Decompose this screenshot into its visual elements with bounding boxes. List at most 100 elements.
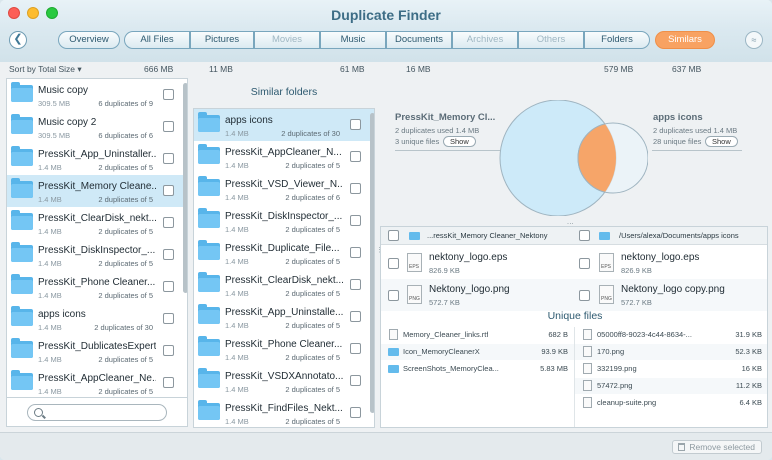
unique-file-row[interactable]: 332199.png 16 KB bbox=[575, 361, 767, 377]
folder-icon bbox=[198, 144, 220, 164]
folder-icon bbox=[11, 210, 33, 230]
duplicate-pair-row[interactable]: EPS nektony_logo.eps 826.9 KB EPS nektony_lo… bbox=[381, 247, 767, 279]
row-checkbox[interactable] bbox=[350, 247, 361, 258]
tab-folders[interactable]: Folders bbox=[584, 31, 650, 49]
folder-size: 1.4 MB bbox=[225, 417, 249, 426]
sort-dropdown[interactable]: Sort by Total Size ▾ bbox=[9, 64, 82, 75]
remove-selected-button[interactable]: Remove selected bbox=[672, 440, 762, 454]
list-item[interactable]: apps icons 1.4 MB 2 duplicates of 30 bbox=[7, 303, 187, 335]
folder-name: PressKit_ClearDisk_nekt... bbox=[38, 213, 156, 224]
unique-file-row[interactable]: Icon_MemoryCleanerX 93.9 KB bbox=[381, 344, 574, 360]
duplicate-count: 6 duplicates of 6 bbox=[98, 131, 153, 140]
unique-file-size: 682 B bbox=[548, 330, 568, 339]
list-item[interactable]: PressKit_Phone Cleaner... 1.4 MB 2 duplica… bbox=[194, 333, 374, 365]
row-checkbox[interactable] bbox=[350, 311, 361, 322]
list-item[interactable]: Music copy 2 309.5 MB 6 duplicates of 6 bbox=[7, 111, 187, 143]
left-file-checkbox[interactable] bbox=[388, 290, 399, 301]
share-button[interactable]: ≈ bbox=[745, 31, 763, 49]
sort-label: Sort by Total Size bbox=[9, 64, 75, 74]
folder-icon bbox=[198, 112, 220, 132]
row-checkbox[interactable] bbox=[163, 153, 174, 164]
list-item[interactable]: PressKit_AppCleaner_N... 1.4 MB 2 duplicat… bbox=[194, 141, 374, 173]
folder-name: Music copy 2 bbox=[38, 117, 97, 128]
duplicate-folders-list[interactable]: Music copy 309.5 MB 6 duplicates of 9 Music… bbox=[6, 78, 188, 398]
left-file-size: 572.7 KB bbox=[429, 298, 460, 307]
list-item[interactable]: Music copy 309.5 MB 6 duplicates of 9 bbox=[7, 79, 187, 111]
tab-pictures[interactable]: Pictures bbox=[190, 31, 254, 49]
tab-overview[interactable]: Overview bbox=[58, 31, 120, 49]
list-item[interactable]: PressKit_AppCleaner_Ne... 1.4 MB 2 duplica… bbox=[7, 367, 187, 397]
folder-name: PressKit_DublicatesExpert bbox=[38, 341, 156, 352]
list-item[interactable]: PressKit_ClearDisk_nekt... 1.4 MB 2 duplic… bbox=[194, 269, 374, 301]
row-checkbox[interactable] bbox=[350, 119, 361, 130]
row-checkbox[interactable] bbox=[163, 89, 174, 100]
right-file-checkbox[interactable] bbox=[579, 290, 590, 301]
row-checkbox[interactable] bbox=[350, 215, 361, 226]
row-checkbox[interactable] bbox=[163, 377, 174, 388]
row-checkbox[interactable] bbox=[163, 345, 174, 356]
tab-music[interactable]: Music bbox=[320, 31, 386, 49]
list-item[interactable]: PressKit_App_Uninstaller... 1.4 MB 2 dupli… bbox=[7, 143, 187, 175]
left-file-name: nektony_logo.eps bbox=[429, 252, 508, 263]
list-item[interactable]: PressKit_DiskInspector_... 1.4 MB 2 duplic… bbox=[194, 205, 374, 237]
list-item[interactable]: PressKit_Phone Cleaner... 1.4 MB 2 duplica… bbox=[7, 271, 187, 303]
unique-file-row[interactable]: cleanup-suite.png 6.4 KB bbox=[575, 395, 767, 411]
left-list-scrollbar[interactable] bbox=[183, 83, 187, 293]
select-right-folder-checkbox[interactable] bbox=[579, 230, 590, 241]
list-item[interactable]: PressKit_Memory Cleane... 1.4 MB 2 duplica… bbox=[7, 175, 187, 207]
tab-similars[interactable]: Similars bbox=[655, 31, 715, 49]
tab-size-documents: 16 MB bbox=[406, 64, 431, 74]
list-item[interactable]: PressKit_DublicatesExpert 1.4 MB 2 duplica… bbox=[7, 335, 187, 367]
tab-movies[interactable]: Movies bbox=[254, 31, 320, 49]
row-checkbox[interactable] bbox=[350, 183, 361, 194]
row-checkbox[interactable] bbox=[163, 121, 174, 132]
row-checkbox[interactable] bbox=[350, 407, 361, 418]
list-item[interactable]: PressKit_App_Uninstalle... 1.4 MB 2 duplic… bbox=[194, 301, 374, 333]
duplicate-count: 2 duplicates of 5 bbox=[285, 321, 340, 330]
duplicate-pair-row[interactable]: PNG Nektony_logo.png 572.7 KB PNG Nektony_lo… bbox=[381, 279, 767, 311]
row-checkbox[interactable] bbox=[163, 185, 174, 196]
list-item[interactable]: PressKit_DiskInspector_... 1.4 MB 2 duplic… bbox=[7, 239, 187, 271]
file-ext: PNG bbox=[601, 296, 612, 302]
search-input[interactable] bbox=[27, 404, 167, 421]
folder-icon bbox=[11, 82, 33, 102]
row-checkbox[interactable] bbox=[163, 217, 174, 228]
list-item[interactable]: PressKit_VSD_Viewer_N... 1.4 MB 2 duplicat… bbox=[194, 173, 374, 205]
similar-folders-list[interactable]: apps icons 1.4 MB 2 duplicates of 30 PressK… bbox=[193, 108, 375, 428]
row-checkbox[interactable] bbox=[163, 281, 174, 292]
list-item[interactable]: PressKit_ClearDisk_nekt... 1.4 MB 2 duplic… bbox=[7, 207, 187, 239]
unique-file-row[interactable]: Memory_Cleaner_links.rtf 682 B bbox=[381, 327, 574, 343]
tab-others[interactable]: Others bbox=[518, 31, 584, 49]
unique-file-row[interactable]: 170.png 52.3 KB bbox=[575, 344, 767, 360]
tab-documents[interactable]: Documents bbox=[386, 31, 452, 49]
list-item[interactable]: PressKit_Duplicate_File... 1.4 MB 2 duplic… bbox=[194, 237, 374, 269]
back-button[interactable]: ❮ bbox=[9, 31, 27, 49]
unique-file-row[interactable]: 05000ff8-9023-4c44-8634-... 31.9 KB bbox=[575, 327, 767, 343]
tab-archives[interactable]: Archives bbox=[452, 31, 518, 49]
row-checkbox[interactable] bbox=[350, 279, 361, 290]
unique-file-name: 170.png bbox=[597, 347, 625, 356]
list-item[interactable]: PressKit_VSDXAnnotato... 1.4 MB 2 duplicat… bbox=[194, 365, 374, 397]
show-left-unique-button[interactable]: Show bbox=[443, 136, 476, 147]
folder-size: 1.4 MB bbox=[225, 161, 249, 170]
select-left-folder-checkbox[interactable] bbox=[388, 230, 399, 241]
tab-all-files[interactable]: All Files bbox=[124, 31, 190, 49]
similar-list-scrollbar[interactable] bbox=[370, 113, 374, 413]
row-checkbox[interactable] bbox=[163, 249, 174, 260]
left-file-checkbox[interactable] bbox=[388, 258, 399, 269]
unique-file-size: 93.9 KB bbox=[541, 347, 568, 356]
folder-icon bbox=[11, 306, 33, 326]
list-item[interactable]: PressKit_FindFiles_Nekt... 1.4 MB 2 duplic… bbox=[194, 397, 374, 427]
show-right-unique-button[interactable]: Show bbox=[705, 136, 738, 147]
row-checkbox[interactable] bbox=[350, 151, 361, 162]
splitter-handle-horizontal[interactable]: ⋮ bbox=[566, 220, 574, 227]
app-window: Duplicate Finder ❮ Overview All Files Pict… bbox=[0, 0, 772, 460]
list-item[interactable]: apps icons 1.4 MB 2 duplicates of 30 bbox=[194, 109, 374, 141]
duplicate-count: 2 duplicates of 5 bbox=[98, 355, 153, 364]
row-checkbox[interactable] bbox=[350, 375, 361, 386]
unique-file-row[interactable]: ScreenShots_MemoryClea... 5.83 MB bbox=[381, 361, 574, 377]
row-checkbox[interactable] bbox=[350, 343, 361, 354]
row-checkbox[interactable] bbox=[163, 313, 174, 324]
unique-file-row[interactable]: 57472.png 11.2 KB bbox=[575, 378, 767, 394]
right-file-checkbox[interactable] bbox=[579, 258, 590, 269]
